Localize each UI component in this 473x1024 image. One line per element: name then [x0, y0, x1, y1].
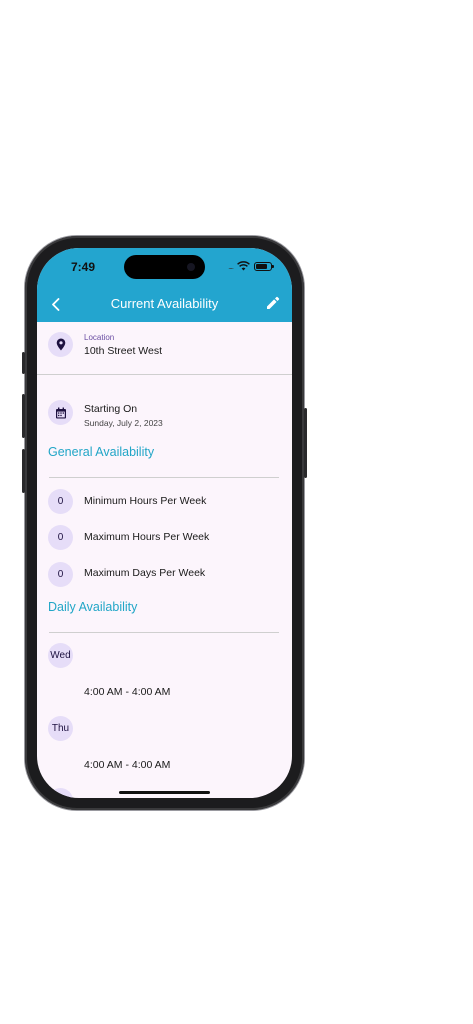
daily-divider: [49, 632, 279, 633]
edit-button[interactable]: [266, 296, 282, 312]
wifi-icon: [237, 261, 250, 271]
daily-availability-title: Daily Availability: [48, 600, 138, 614]
screen: 7:49 .... Current Availability Location …: [37, 248, 292, 798]
max-days-label: Maximum Days Per Week: [84, 567, 206, 579]
battery-icon: [254, 261, 274, 271]
location-pin-icon: [56, 338, 65, 351]
day-time-wed: 4:00 AM - 4:00 AM: [84, 686, 171, 698]
min-hours-badge: 0: [48, 489, 73, 514]
starting-date: Sunday, July 2, 2023: [84, 418, 163, 428]
starting-label: Starting On: [84, 403, 138, 415]
location-divider: [37, 374, 292, 375]
status-time: 7:49: [71, 260, 96, 274]
location-icon-circle: [48, 332, 73, 357]
general-availability-title: General Availability: [48, 445, 155, 459]
day-badge-partial: [48, 788, 73, 798]
app-header: 7:49 .... Current Availability: [37, 248, 292, 322]
max-days-badge: 0: [48, 562, 73, 587]
page-title: Current Availability: [110, 296, 219, 311]
max-hours-badge: 0: [48, 525, 73, 550]
location-value: 10th Street West: [84, 345, 163, 357]
volume-up-button: [22, 394, 25, 438]
calendar-icon: [55, 407, 66, 418]
day-badge-thu: Thu: [48, 716, 73, 741]
day-time-thu: 4:00 AM - 4:00 AM: [84, 759, 171, 771]
cellular-signal: ....: [228, 261, 234, 271]
action-button: [22, 352, 25, 374]
power-button: [304, 408, 307, 478]
volume-down-button: [22, 449, 25, 493]
location-label: Location: [84, 333, 115, 342]
home-indicator[interactable]: [119, 791, 210, 794]
pencil-icon: [267, 296, 280, 309]
general-divider: [49, 477, 279, 478]
min-hours-label: Minimum Hours Per Week: [84, 495, 207, 507]
calendar-icon-circle: [48, 400, 73, 425]
phone-frame: 7:49 .... Current Availability Location …: [22, 236, 307, 810]
day-badge-wed: Wed: [48, 643, 73, 668]
dynamic-island: [124, 255, 205, 279]
max-hours-label: Maximum Hours Per Week: [84, 531, 210, 543]
status-icons: ....: [228, 261, 274, 271]
